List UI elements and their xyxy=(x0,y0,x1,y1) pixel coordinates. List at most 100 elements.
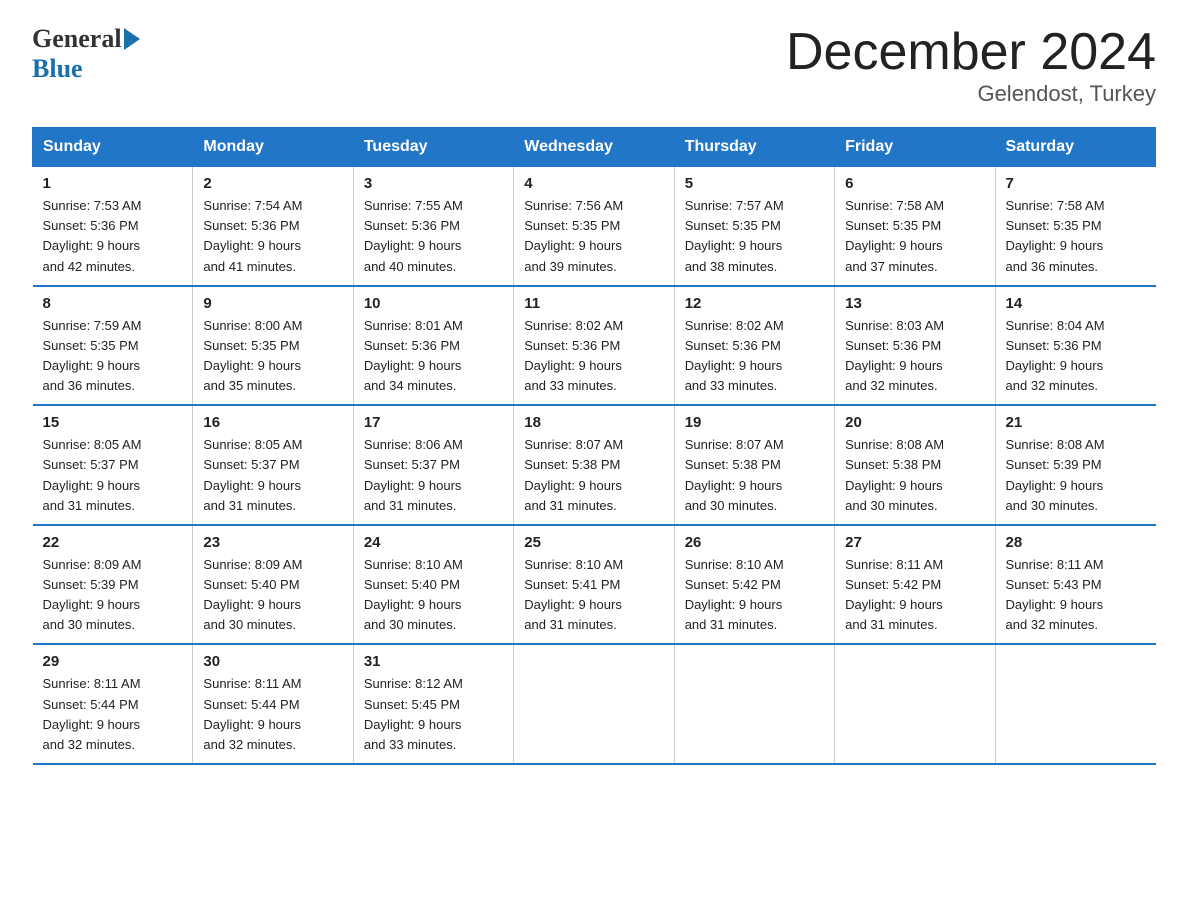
day-number: 5 xyxy=(685,175,824,192)
day-info: Sunrise: 7:57 AM Sunset: 5:35 PM Dayligh… xyxy=(685,196,824,277)
day-info: Sunrise: 8:01 AM Sunset: 5:36 PM Dayligh… xyxy=(364,316,503,397)
header-sunday: Sunday xyxy=(33,128,193,167)
header-row: Sunday Monday Tuesday Wednesday Thursday… xyxy=(33,128,1156,167)
day-number: 30 xyxy=(203,653,342,670)
day-number: 18 xyxy=(524,414,663,431)
header: G eneral Blue December 2024 Gelendost, T… xyxy=(32,24,1156,107)
calendar-cell: 26 Sunrise: 8:10 AM Sunset: 5:42 PM Dayl… xyxy=(674,525,834,645)
day-info: Sunrise: 7:59 AM Sunset: 5:35 PM Dayligh… xyxy=(43,316,183,397)
calendar-cell: 6 Sunrise: 7:58 AM Sunset: 5:35 PM Dayli… xyxy=(835,167,995,286)
day-info: Sunrise: 7:58 AM Sunset: 5:35 PM Dayligh… xyxy=(1006,196,1146,277)
day-number: 3 xyxy=(364,175,503,192)
header-thursday: Thursday xyxy=(674,128,834,167)
day-number: 17 xyxy=(364,414,503,431)
calendar-cell: 4 Sunrise: 7:56 AM Sunset: 5:35 PM Dayli… xyxy=(514,167,674,286)
header-wednesday: Wednesday xyxy=(514,128,674,167)
day-info: Sunrise: 7:54 AM Sunset: 5:36 PM Dayligh… xyxy=(203,196,342,277)
day-number: 7 xyxy=(1006,175,1146,192)
calendar-cell: 11 Sunrise: 8:02 AM Sunset: 5:36 PM Dayl… xyxy=(514,286,674,406)
day-number: 8 xyxy=(43,295,183,312)
day-number: 9 xyxy=(203,295,342,312)
day-info: Sunrise: 8:00 AM Sunset: 5:35 PM Dayligh… xyxy=(203,316,342,397)
calendar-cell xyxy=(995,644,1155,764)
day-number: 11 xyxy=(524,295,663,312)
title-area: December 2024 Gelendost, Turkey xyxy=(786,24,1156,107)
calendar-body: 1 Sunrise: 7:53 AM Sunset: 5:36 PM Dayli… xyxy=(33,167,1156,764)
calendar-cell: 25 Sunrise: 8:10 AM Sunset: 5:41 PM Dayl… xyxy=(514,525,674,645)
day-info: Sunrise: 8:05 AM Sunset: 5:37 PM Dayligh… xyxy=(43,435,183,516)
day-number: 29 xyxy=(43,653,183,670)
calendar-cell: 21 Sunrise: 8:08 AM Sunset: 5:39 PM Dayl… xyxy=(995,405,1155,525)
calendar-cell: 23 Sunrise: 8:09 AM Sunset: 5:40 PM Dayl… xyxy=(193,525,353,645)
day-info: Sunrise: 8:10 AM Sunset: 5:42 PM Dayligh… xyxy=(685,555,824,636)
day-number: 4 xyxy=(524,175,663,192)
day-number: 27 xyxy=(845,534,984,551)
calendar-week-row: 1 Sunrise: 7:53 AM Sunset: 5:36 PM Dayli… xyxy=(33,167,1156,286)
calendar-table: Sunday Monday Tuesday Wednesday Thursday… xyxy=(32,127,1156,765)
day-info: Sunrise: 7:56 AM Sunset: 5:35 PM Dayligh… xyxy=(524,196,663,277)
day-number: 13 xyxy=(845,295,984,312)
day-info: Sunrise: 7:53 AM Sunset: 5:36 PM Dayligh… xyxy=(43,196,183,277)
day-number: 16 xyxy=(203,414,342,431)
calendar-cell: 24 Sunrise: 8:10 AM Sunset: 5:40 PM Dayl… xyxy=(353,525,513,645)
day-info: Sunrise: 8:06 AM Sunset: 5:37 PM Dayligh… xyxy=(364,435,503,516)
day-info: Sunrise: 8:09 AM Sunset: 5:39 PM Dayligh… xyxy=(43,555,183,636)
calendar-cell: 28 Sunrise: 8:11 AM Sunset: 5:43 PM Dayl… xyxy=(995,525,1155,645)
day-info: Sunrise: 8:10 AM Sunset: 5:40 PM Dayligh… xyxy=(364,555,503,636)
logo-g: G xyxy=(32,24,52,54)
day-number: 19 xyxy=(685,414,824,431)
calendar-cell xyxy=(835,644,995,764)
calendar-cell: 31 Sunrise: 8:12 AM Sunset: 5:45 PM Dayl… xyxy=(353,644,513,764)
calendar-cell: 10 Sunrise: 8:01 AM Sunset: 5:36 PM Dayl… xyxy=(353,286,513,406)
day-info: Sunrise: 8:11 AM Sunset: 5:42 PM Dayligh… xyxy=(845,555,984,636)
day-number: 25 xyxy=(524,534,663,551)
day-info: Sunrise: 8:02 AM Sunset: 5:36 PM Dayligh… xyxy=(524,316,663,397)
logo-arrow-icon xyxy=(124,26,144,52)
page-title: December 2024 xyxy=(786,24,1156,81)
calendar-cell: 14 Sunrise: 8:04 AM Sunset: 5:36 PM Dayl… xyxy=(995,286,1155,406)
day-number: 1 xyxy=(43,175,183,192)
day-number: 6 xyxy=(845,175,984,192)
calendar-cell: 2 Sunrise: 7:54 AM Sunset: 5:36 PM Dayli… xyxy=(193,167,353,286)
day-number: 26 xyxy=(685,534,824,551)
calendar-cell: 19 Sunrise: 8:07 AM Sunset: 5:38 PM Dayl… xyxy=(674,405,834,525)
calendar-cell: 15 Sunrise: 8:05 AM Sunset: 5:37 PM Dayl… xyxy=(33,405,193,525)
calendar-cell xyxy=(674,644,834,764)
calendar-cell: 17 Sunrise: 8:06 AM Sunset: 5:37 PM Dayl… xyxy=(353,405,513,525)
day-info: Sunrise: 8:07 AM Sunset: 5:38 PM Dayligh… xyxy=(685,435,824,516)
calendar-week-row: 22 Sunrise: 8:09 AM Sunset: 5:39 PM Dayl… xyxy=(33,525,1156,645)
header-monday: Monday xyxy=(193,128,353,167)
calendar-week-row: 15 Sunrise: 8:05 AM Sunset: 5:37 PM Dayl… xyxy=(33,405,1156,525)
day-info: Sunrise: 7:58 AM Sunset: 5:35 PM Dayligh… xyxy=(845,196,984,277)
header-friday: Friday xyxy=(835,128,995,167)
calendar-cell: 18 Sunrise: 8:07 AM Sunset: 5:38 PM Dayl… xyxy=(514,405,674,525)
calendar-cell: 29 Sunrise: 8:11 AM Sunset: 5:44 PM Dayl… xyxy=(33,644,193,764)
calendar-cell: 3 Sunrise: 7:55 AM Sunset: 5:36 PM Dayli… xyxy=(353,167,513,286)
day-number: 21 xyxy=(1006,414,1146,431)
day-number: 2 xyxy=(203,175,342,192)
calendar-week-row: 29 Sunrise: 8:11 AM Sunset: 5:44 PM Dayl… xyxy=(33,644,1156,764)
day-info: Sunrise: 8:08 AM Sunset: 5:38 PM Dayligh… xyxy=(845,435,984,516)
day-info: Sunrise: 8:04 AM Sunset: 5:36 PM Dayligh… xyxy=(1006,316,1146,397)
day-number: 14 xyxy=(1006,295,1146,312)
calendar-cell xyxy=(514,644,674,764)
calendar-cell: 13 Sunrise: 8:03 AM Sunset: 5:36 PM Dayl… xyxy=(835,286,995,406)
day-number: 15 xyxy=(43,414,183,431)
day-info: Sunrise: 8:02 AM Sunset: 5:36 PM Dayligh… xyxy=(685,316,824,397)
day-number: 24 xyxy=(364,534,503,551)
day-info: Sunrise: 8:03 AM Sunset: 5:36 PM Dayligh… xyxy=(845,316,984,397)
day-info: Sunrise: 8:05 AM Sunset: 5:37 PM Dayligh… xyxy=(203,435,342,516)
calendar-cell: 30 Sunrise: 8:11 AM Sunset: 5:44 PM Dayl… xyxy=(193,644,353,764)
calendar-cell: 7 Sunrise: 7:58 AM Sunset: 5:35 PM Dayli… xyxy=(995,167,1155,286)
day-info: Sunrise: 8:09 AM Sunset: 5:40 PM Dayligh… xyxy=(203,555,342,636)
day-info: Sunrise: 8:11 AM Sunset: 5:44 PM Dayligh… xyxy=(43,674,183,755)
day-number: 22 xyxy=(43,534,183,551)
calendar-cell: 20 Sunrise: 8:08 AM Sunset: 5:38 PM Dayl… xyxy=(835,405,995,525)
calendar-week-row: 8 Sunrise: 7:59 AM Sunset: 5:35 PM Dayli… xyxy=(33,286,1156,406)
calendar-cell: 1 Sunrise: 7:53 AM Sunset: 5:36 PM Dayli… xyxy=(33,167,193,286)
day-info: Sunrise: 8:12 AM Sunset: 5:45 PM Dayligh… xyxy=(364,674,503,755)
day-number: 10 xyxy=(364,295,503,312)
logo-blue-text: Blue xyxy=(32,54,83,83)
header-tuesday: Tuesday xyxy=(353,128,513,167)
day-number: 23 xyxy=(203,534,342,551)
